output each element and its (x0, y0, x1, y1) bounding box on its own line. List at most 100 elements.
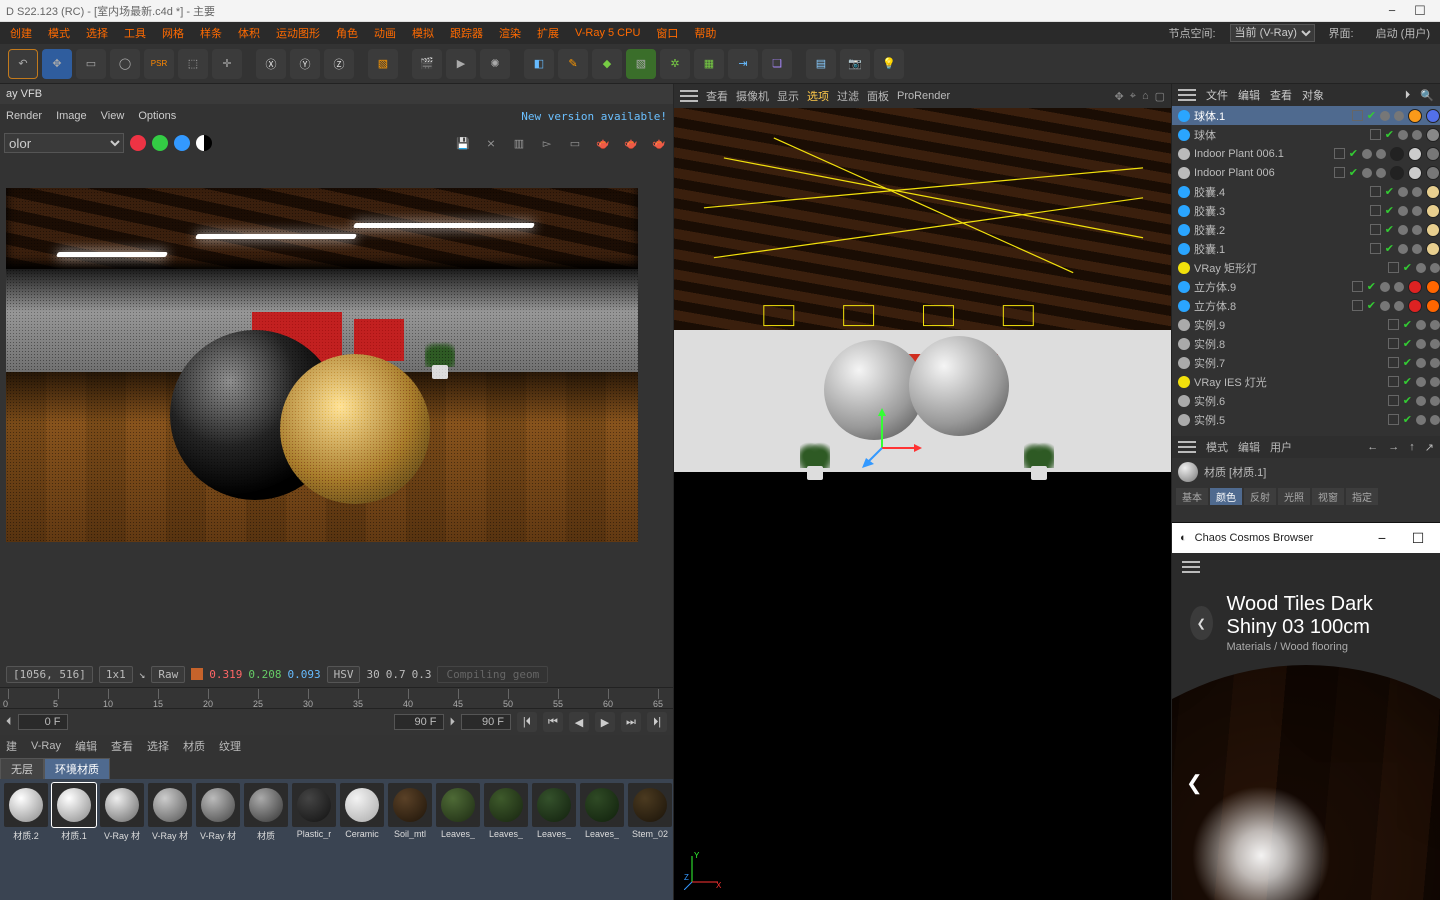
matmenu-选择[interactable]: 选择 (147, 738, 169, 754)
editor-vis-dot[interactable] (1380, 301, 1390, 311)
attr-menu-edit[interactable]: 编辑 (1238, 439, 1260, 455)
cosmos-breadcrumb[interactable]: Materials / Wood flooring (1227, 641, 1423, 653)
readout-mode[interactable]: Raw (151, 666, 185, 683)
attr-menu-user[interactable]: 用户 (1270, 439, 1292, 455)
object-row[interactable]: 胶囊.4 ✔ (1172, 182, 1440, 201)
tab-env-material[interactable]: 环境材质 (44, 758, 110, 779)
menu-渲染[interactable]: 渲染 (491, 25, 529, 41)
teapot-a-icon[interactable]: 🫖 (593, 133, 613, 153)
render-output-image[interactable] (6, 188, 638, 542)
material-tag-icon[interactable] (1390, 166, 1404, 180)
attr-tab-颜色[interactable]: 颜色 (1210, 488, 1242, 505)
readout-space[interactable]: HSV (327, 666, 361, 683)
render-icon[interactable]: 🎬 (412, 49, 442, 79)
psr-icon[interactable]: PSR (144, 49, 174, 79)
material-tag-icon[interactable] (1426, 185, 1440, 199)
editor-vis-dot[interactable] (1398, 225, 1408, 235)
visibility-toggle[interactable]: ✔ (1403, 413, 1412, 426)
menu-角色[interactable]: 角色 (328, 25, 366, 41)
attr-tab-视窗[interactable]: 视窗 (1312, 488, 1344, 505)
editor-vis-dot[interactable] (1416, 377, 1426, 387)
render-vis-dot[interactable] (1430, 263, 1440, 273)
axis-x-icon[interactable]: Ⓧ (256, 49, 286, 79)
render-vis-dot[interactable] (1412, 206, 1422, 216)
editor-vis-dot[interactable] (1398, 187, 1408, 197)
layer-toggle[interactable] (1352, 110, 1363, 121)
visibility-toggle[interactable]: ✔ (1367, 280, 1376, 293)
obj-menu-view[interactable]: 查看 (1270, 87, 1292, 103)
render-vis-dot[interactable] (1430, 339, 1440, 349)
render-vis-dot[interactable] (1412, 187, 1422, 197)
readout-size[interactable]: 1x1 (99, 666, 133, 683)
frame-current[interactable]: 0 F (18, 714, 68, 730)
menu-选择[interactable]: 选择 (78, 25, 116, 41)
axis-z-icon[interactable]: Ⓩ (324, 49, 354, 79)
attr-tab-反射[interactable]: 反射 (1244, 488, 1276, 505)
matmenu-查看[interactable]: 查看 (111, 738, 133, 754)
visibility-toggle[interactable]: ✔ (1385, 242, 1394, 255)
render-vis-dot[interactable] (1412, 244, 1422, 254)
vp-menu-display[interactable]: 显示 (777, 88, 799, 104)
material-cell[interactable]: V-Ray 材 (148, 783, 192, 896)
connect-icon[interactable]: ⇥ (728, 49, 758, 79)
render-vis-dot[interactable] (1394, 111, 1404, 121)
layer-toggle[interactable] (1388, 357, 1399, 368)
obj-menu-edit[interactable]: 编辑 (1238, 87, 1260, 103)
visibility-toggle[interactable]: ✔ (1349, 147, 1358, 160)
crosshair-icon[interactable]: ✛ (212, 49, 242, 79)
matmenu-编辑[interactable]: 编辑 (75, 738, 97, 754)
editor-vis-dot[interactable] (1416, 415, 1426, 425)
material-tag-icon[interactable] (1426, 128, 1440, 142)
viewport-hamburger-icon[interactable] (680, 95, 698, 97)
menu-模拟[interactable]: 模拟 (404, 25, 442, 41)
visibility-toggle[interactable]: ✔ (1403, 337, 1412, 350)
region-icon[interactable]: ▭ (565, 133, 585, 153)
render-vis-dot[interactable] (1412, 130, 1422, 140)
frame-end-b[interactable]: 90 F (461, 714, 511, 730)
object-tree[interactable]: 球体.1 ✔ 球体 ✔ Indoor Plant 006.1 ✔ Indoor … (1172, 106, 1440, 436)
visibility-toggle[interactable]: ✔ (1385, 204, 1394, 217)
menu-窗口[interactable]: 窗口 (648, 25, 686, 41)
timeline-ruler[interactable]: 05101520253035404550556065707580 (0, 687, 673, 709)
object-row[interactable]: 立方体.8 ✔ (1172, 296, 1440, 315)
visibility-toggle[interactable]: ✔ (1403, 356, 1412, 369)
cosmos-prev-button[interactable]: ❮ (1186, 770, 1203, 795)
material-cell[interactable]: Leaves_ (580, 783, 624, 896)
visibility-toggle[interactable]: ✔ (1367, 299, 1376, 312)
render-region-icon[interactable]: ▶ (446, 49, 476, 79)
object-row[interactable]: Indoor Plant 006 ✔ (1172, 163, 1440, 182)
channel-b-icon[interactable] (174, 135, 190, 151)
viewport-canvas[interactable]: 透视视图 默认摄像机 ⚙ (674, 108, 1171, 900)
visibility-toggle[interactable]: ✔ (1385, 223, 1394, 236)
visibility-toggle[interactable]: ✔ (1403, 375, 1412, 388)
layer-toggle[interactable] (1352, 300, 1363, 311)
editor-vis-dot[interactable] (1416, 358, 1426, 368)
object-row[interactable]: 球体 ✔ (1172, 125, 1440, 144)
obj-expand-icon[interactable]: ⏵ (1405, 89, 1411, 102)
object-row[interactable]: 实例.5 ✔ (1172, 410, 1440, 429)
visibility-toggle[interactable]: ✔ (1403, 394, 1412, 407)
pointer-icon[interactable]: ▻ (537, 133, 557, 153)
menu-模式[interactable]: 模式 (40, 25, 78, 41)
cosmos-preview[interactable]: ❮ (1172, 665, 1440, 900)
layer-toggle[interactable] (1388, 319, 1399, 330)
vp-frame-icon[interactable]: ⌖ (1130, 90, 1136, 103)
clear-icon[interactable]: ⨯ (481, 133, 501, 153)
material-tag-icon[interactable] (1408, 280, 1422, 294)
menu-创建[interactable]: 创建 (2, 25, 40, 41)
material-tag-icon[interactable] (1426, 223, 1440, 237)
generator-icon[interactable]: ◆ (592, 49, 622, 79)
tag-icon[interactable]: ❏ (762, 49, 792, 79)
matmenu-纹理[interactable]: 纹理 (219, 738, 241, 754)
material-cell[interactable]: Stem_02 (628, 783, 672, 896)
object-row[interactable]: VRay 矩形灯 ✔ (1172, 258, 1440, 277)
material-cell[interactable]: Leaves_ (484, 783, 528, 896)
material-tag-icon[interactable] (1426, 109, 1440, 123)
object-row[interactable]: 实例.6 ✔ (1172, 391, 1440, 410)
vp-home-icon[interactable]: ⌂ (1142, 90, 1149, 103)
vfb-menu-options[interactable]: Options (138, 110, 176, 122)
editor-vis-dot[interactable] (1416, 339, 1426, 349)
obj-menu-objects[interactable]: 对象 (1302, 87, 1324, 103)
material-cell[interactable]: Ceramic (340, 783, 384, 896)
menu-动画[interactable]: 动画 (366, 25, 404, 41)
